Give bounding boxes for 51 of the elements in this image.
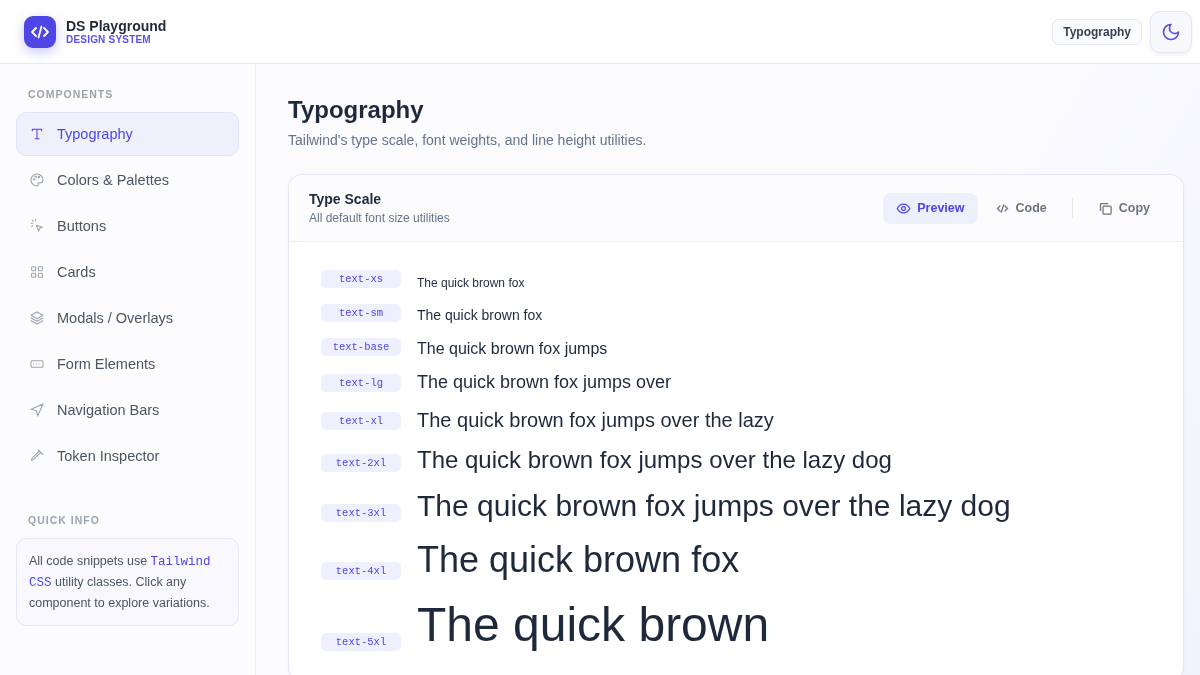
token-badge: text-3xl: [321, 504, 401, 523]
sidebar-item[interactable]: Colors & Palettes: [16, 158, 239, 202]
grid-icon: [29, 264, 45, 280]
palette-icon: [29, 172, 45, 188]
copy-icon: [1097, 200, 1113, 216]
token-badge: text-sm: [321, 304, 401, 322]
view-tab[interactable]: Preview: [883, 192, 978, 224]
moon-icon: [1161, 21, 1181, 42]
pointer-click-icon: [29, 218, 45, 234]
section-title: QUICK INFO: [27, 514, 101, 526]
view-tab[interactable]: Code: [981, 192, 1060, 224]
sample-text: The quick brown fox jumps over: [417, 372, 672, 394]
sidebar-item[interactable]: Form Elements: [16, 342, 239, 386]
sidebar-item[interactable]: Token Inspector: [16, 434, 239, 478]
sample-text: The quick brown fox jumps over the lazy: [417, 407, 774, 432]
pipette-icon: [29, 448, 45, 464]
copy-button[interactable]: Copy: [1084, 192, 1163, 224]
eye-icon: [896, 200, 912, 216]
sidebar-item[interactable]: Typography: [16, 112, 239, 156]
sample-text: The quick brown fox jumps: [417, 338, 608, 358]
sample-text: The quick brown fox jumps over the lazy dog: [417, 445, 892, 475]
theme-toggle-button[interactable]: [1150, 10, 1192, 53]
brand-name: DS Playground: [66, 18, 167, 34]
sample-text: The quick brown fox jumps over the lazy dog: [417, 488, 1011, 525]
sample-text: The quick brown fox: [417, 307, 543, 324]
layers-icon: [29, 310, 45, 326]
sample-text: The quick brown: [417, 596, 770, 653]
info-text: All code snippets use Tailwind CSS utility classes. Click any component to explore variations.: [29, 553, 212, 612]
brand-tagline: DESIGN SYSTEM: [66, 34, 152, 45]
sidebar-item[interactable]: Modals / Overlays: [16, 296, 239, 340]
page-title: Typography: [288, 96, 425, 124]
token-badge: text-5xl: [321, 633, 401, 652]
code-logo-icon: [24, 15, 56, 48]
sidebar-item[interactable]: Cards: [16, 250, 239, 294]
sidebar-item[interactable]: Buttons: [16, 204, 239, 248]
token-badge: text-xl: [321, 411, 401, 430]
card-subtitle: All default font size utilities: [309, 211, 450, 225]
sidebar-item[interactable]: Navigation Bars: [16, 388, 239, 432]
section-badge: Typography: [1052, 18, 1142, 45]
token-badge: text-2xl: [321, 454, 401, 473]
page-subtitle: Tailwind's type scale, font weights, and line height utilities.: [288, 132, 648, 148]
sample-text: The quick brown fox: [417, 538, 740, 582]
sample-text: The quick brown fox: [417, 275, 525, 290]
token-badge: text-lg: [321, 373, 401, 392]
token-badge: text-xs: [321, 270, 401, 288]
token-badge: text-base: [321, 338, 401, 356]
section-title: COMPONENTS: [27, 88, 115, 100]
token-badge: text-4xl: [321, 561, 401, 580]
letter-t-icon: [29, 126, 45, 142]
card-title: Type Scale: [309, 191, 383, 207]
navigation-arrow-icon: [29, 402, 45, 418]
